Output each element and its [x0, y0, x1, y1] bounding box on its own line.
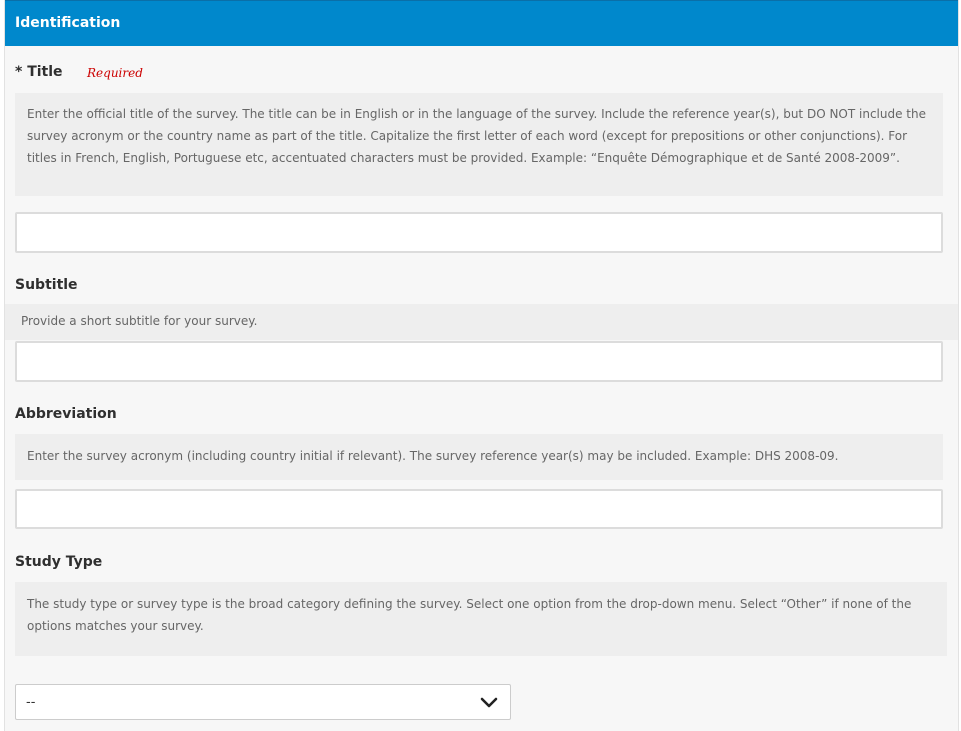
abbreviation-help-text: Enter the survey acronym (including coun… — [15, 434, 943, 480]
subtitle-input[interactable] — [15, 341, 943, 382]
abbreviation-input[interactable] — [15, 489, 943, 529]
subtitle-label: Subtitle — [15, 277, 78, 293]
study-type-help-text: The study type or survey type is the bro… — [15, 582, 947, 656]
required-indicator: Required — [87, 66, 143, 80]
title-label: * Title — [15, 64, 63, 80]
study-type-selected-value: -- — [26, 695, 36, 710]
abbreviation-label: Abbreviation — [15, 406, 117, 422]
study-type-label: Study Type — [15, 554, 103, 570]
subtitle-help-text: Provide a short subtitle for your survey… — [5, 304, 958, 340]
study-type-select[interactable]: -- — [15, 684, 511, 720]
title-input[interactable] — [15, 212, 943, 253]
section-header: Identification — [5, 0, 958, 46]
section-title: Identification — [15, 15, 121, 31]
identification-panel: Identification * Title Required Enter th… — [4, 0, 959, 731]
chevron-down-icon — [480, 697, 498, 708]
title-help-text: Enter the official title of the survey. … — [15, 93, 943, 196]
